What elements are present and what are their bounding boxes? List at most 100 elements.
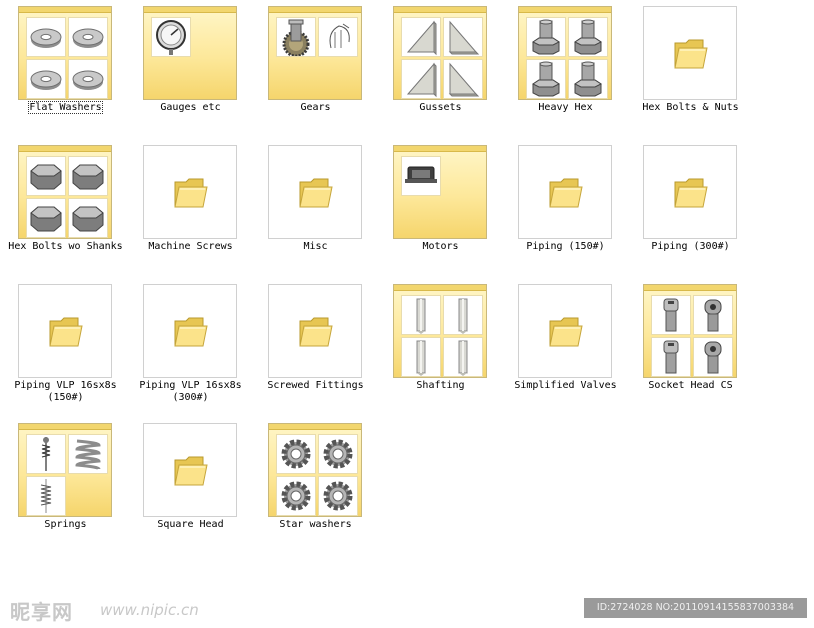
folder-label-text: Socket Head CS <box>648 380 733 391</box>
folder-item[interactable]: Flat Washers <box>3 0 128 139</box>
preview-image <box>68 434 108 474</box>
folder-preview-thumbnail <box>393 145 487 239</box>
folder-icon <box>673 176 709 210</box>
folder-thumbnail <box>643 6 737 100</box>
folder-item[interactable]: Piping VLP 16sx8s (300#) <box>128 278 253 417</box>
folder-label: Piping (150#) <box>497 241 634 253</box>
folder-thumbnail <box>143 423 237 517</box>
preview-image <box>693 337 733 377</box>
folder-label: Motors <box>372 241 509 253</box>
folder-label: Gauges etc <box>122 102 259 114</box>
preview-image <box>68 198 108 238</box>
folder-preview-thumbnail <box>18 423 112 517</box>
preview-image <box>401 59 441 99</box>
folder-item[interactable]: Square Head <box>128 417 253 556</box>
folder-label-text: Piping (150#) <box>526 241 605 252</box>
preview-image <box>26 59 66 99</box>
folder-thumbnail <box>518 145 612 239</box>
folder-icon <box>298 176 334 210</box>
folder-item[interactable]: Simplified Valves <box>503 278 628 417</box>
folder-label: Heavy Hex <box>497 102 634 114</box>
folder-preview-thumbnail <box>18 6 112 100</box>
preview-image <box>276 476 316 516</box>
folder-label-text: Star washers <box>279 519 352 530</box>
folder-item[interactable]: Socket Head CS <box>628 278 753 417</box>
preview-image <box>26 476 66 516</box>
folder-label: Hex Bolts & Nuts <box>622 102 759 114</box>
folder-label: Piping VLP 16sx8s (300#) <box>122 380 259 404</box>
preview-image <box>68 17 108 57</box>
watermark-site: www.nipic.cn <box>100 601 199 619</box>
folder-item[interactable]: Gears <box>253 0 378 139</box>
folder-label-text: Shafting <box>416 380 465 391</box>
folder-label: Springs <box>0 519 134 531</box>
folder-label-text: Flat Washers <box>28 101 103 114</box>
folder-label: Screwed Fittings <box>247 380 384 392</box>
folder-label-text: Piping (300#) <box>651 241 730 252</box>
folder-label: Gears <box>247 102 384 114</box>
folder-item[interactable]: Piping VLP 16sx8s (150#) <box>3 278 128 417</box>
folder-item[interactable]: Piping (150#) <box>503 139 628 278</box>
folder-thumbnail <box>143 284 237 378</box>
folder-label-text: Simplified Valves <box>514 380 617 391</box>
image-id-bar: ID:2724028 NO:20110914155837003384 <box>584 598 807 618</box>
preview-image <box>651 337 691 377</box>
folder-label-text: Gauges etc <box>160 102 221 113</box>
folder-label-text: Machine Screws <box>148 241 233 252</box>
folder-item[interactable]: Shafting <box>378 278 503 417</box>
folder-icon <box>48 315 84 349</box>
folder-preview-thumbnail <box>143 6 237 100</box>
folder-icon <box>673 37 709 71</box>
preview-image <box>276 17 316 57</box>
folder-thumbnail <box>18 284 112 378</box>
preview-image <box>401 337 441 377</box>
folder-icon <box>298 315 334 349</box>
folder-item[interactable]: Springs <box>3 417 128 556</box>
folder-label: Hex Bolts wo Shanks <box>0 241 134 253</box>
folder-preview-thumbnail <box>518 6 612 100</box>
folder-item[interactable]: Machine Screws <box>128 139 253 278</box>
preview-image <box>401 295 441 335</box>
folder-preview-thumbnail <box>393 6 487 100</box>
folder-thumbnail <box>143 145 237 239</box>
folder-preview-thumbnail <box>643 284 737 378</box>
preview-image <box>401 156 441 196</box>
folder-label: Piping (300#) <box>622 241 759 253</box>
preview-image <box>443 295 483 335</box>
preview-image <box>26 156 66 196</box>
folder-icon <box>548 176 584 210</box>
folder-item[interactable]: Motors <box>378 139 503 278</box>
preview-image <box>276 434 316 474</box>
folder-label: Star washers <box>247 519 384 531</box>
folder-preview-thumbnail <box>393 284 487 378</box>
preview-image <box>26 434 66 474</box>
preview-image <box>651 295 691 335</box>
folder-icon <box>173 315 209 349</box>
preview-image <box>26 17 66 57</box>
preview-image <box>401 17 441 57</box>
folder-preview-thumbnail <box>18 145 112 239</box>
preview-image <box>693 295 733 335</box>
folder-label-text: Square Head <box>157 519 224 530</box>
folder-label-text: Motors <box>422 241 459 252</box>
folder-item[interactable]: Piping (300#) <box>628 139 753 278</box>
folder-item[interactable]: Screwed Fittings <box>253 278 378 417</box>
preview-image <box>443 59 483 99</box>
preview-image <box>526 17 566 57</box>
folder-item[interactable]: Star washers <box>253 417 378 556</box>
folder-label-text: Screwed Fittings <box>267 380 364 391</box>
folder-item[interactable]: Gussets <box>378 0 503 139</box>
folder-label-text: Hex Bolts wo Shanks <box>8 241 123 252</box>
folder-label: Flat Washers <box>0 101 134 114</box>
folder-item[interactable]: Heavy Hex <box>503 0 628 139</box>
folder-label-text: Piping VLP 16sx8s (150#) <box>14 380 117 403</box>
folder-item[interactable]: Hex Bolts & Nuts <box>628 0 753 139</box>
folder-icon <box>173 176 209 210</box>
folder-label: Square Head <box>122 519 259 531</box>
folder-item[interactable]: Gauges etc <box>128 0 253 139</box>
folder-label: Socket Head CS <box>622 380 759 392</box>
folder-label-text: Gussets <box>419 102 462 113</box>
folder-item[interactable]: Hex Bolts wo Shanks <box>3 139 128 278</box>
folder-label-text: Misc <box>303 241 328 252</box>
folder-item[interactable]: Misc <box>253 139 378 278</box>
